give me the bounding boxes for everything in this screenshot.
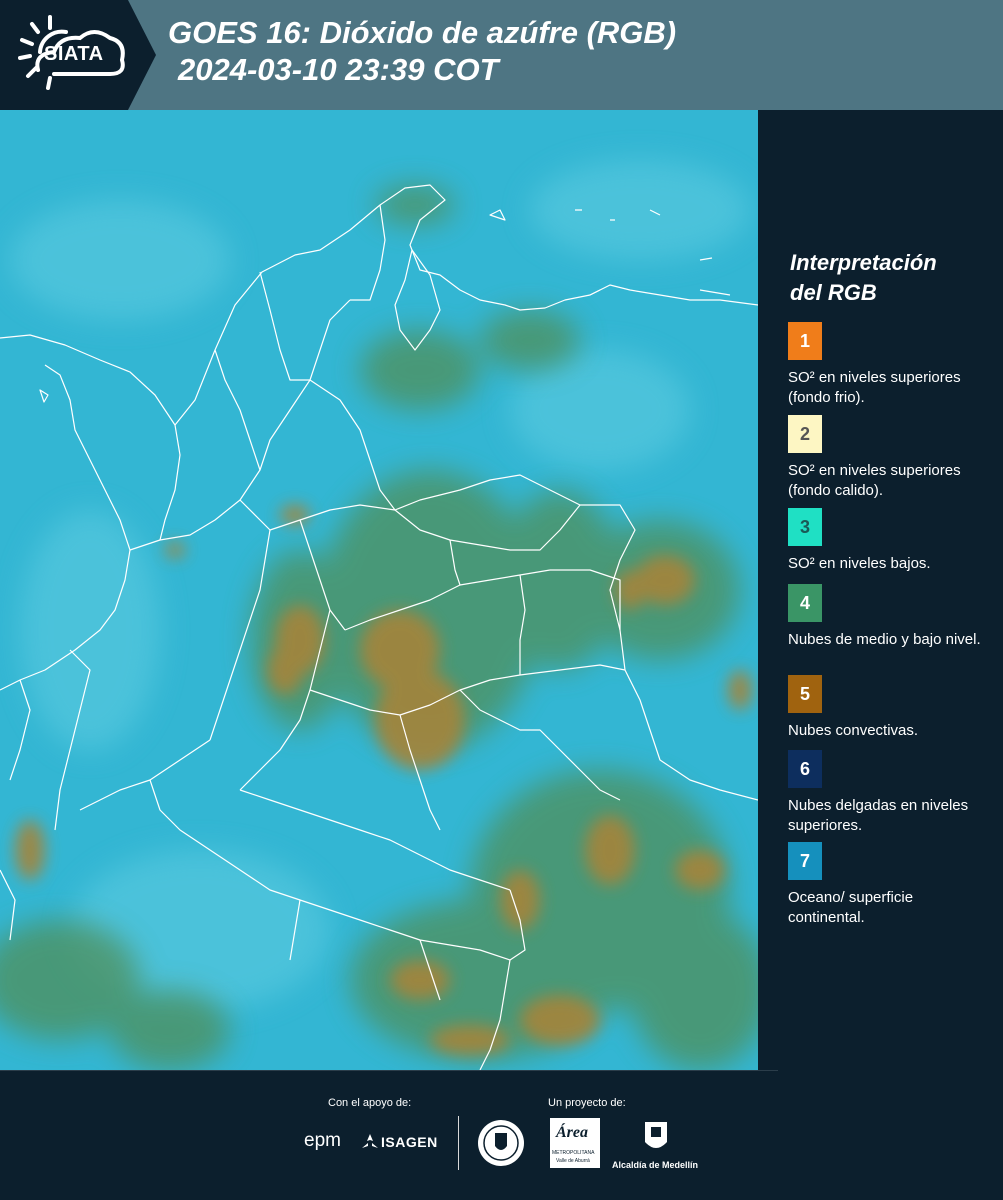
project-label: Un proyecto de: [548, 1097, 626, 1109]
legend-swatch: 1 [788, 322, 822, 360]
legend-label: Nubes convectivas. [788, 722, 919, 739]
legend-item: 5 Nubes convectivas. [788, 675, 993, 741]
legend-item: 3 SO² en niveles bajos. [788, 508, 993, 574]
legend-panel: Interpretación del RGB 1 SO² en niveles … [760, 110, 1003, 1070]
legend-swatch: 3 [788, 508, 822, 546]
legend-label: SO² en niveles superiores (fondo calido)… [788, 462, 961, 499]
footer: Con el apoyo de: Un proyecto de: epm ISA… [0, 1070, 1003, 1200]
area-logo-text: Área [556, 1124, 588, 1141]
area-logo-sub2: Valle de Aburrá [556, 1158, 590, 1164]
title-line-1: GOES 16: Dióxido de azúfre (RGB) [168, 15, 677, 50]
legend-item: 2 SO² en niveles superiores (fondo calid… [788, 415, 993, 501]
satellite-map[interactable] [0, 110, 758, 1070]
legend-label: Nubes de medio y bajo nivel. [788, 631, 981, 648]
legend-swatch: 2 [788, 415, 822, 453]
page-title: GOES 16: Dióxido de azúfre (RGB) 2024-03… [168, 14, 676, 88]
legend-label: Nubes delgadas en niveles superiores. [788, 797, 969, 834]
legend-item: 7 Oceano/ superficie continental. [788, 842, 993, 928]
medellin-seal-icon [478, 1120, 524, 1166]
epm-logo: epm [304, 1130, 341, 1151]
isagen-logo: ISAGEN [381, 1134, 438, 1150]
footer-divider [458, 1116, 459, 1170]
legend-item: 1 SO² en niveles superiores (fondo frio)… [788, 322, 993, 408]
legend-label: Oceano/ superficie continental. [788, 889, 914, 926]
legend-title-line-1: Interpretación [790, 250, 937, 275]
isagen-logo-icon [362, 1134, 378, 1148]
support-label: Con el apoyo de: [328, 1097, 412, 1109]
legend-swatch: 6 [788, 750, 822, 788]
map-canvas [0, 110, 758, 1070]
title-line-2: 2024-03-10 23:39 COT [178, 52, 499, 87]
area-logo-sub1: METROPOLITANA [552, 1150, 595, 1156]
brand-name: SIATA [44, 43, 104, 65]
legend-swatch: 7 [788, 842, 822, 880]
legend-title: Interpretación del RGB [790, 248, 937, 308]
legend-swatch: 5 [788, 675, 822, 713]
legend-swatch: 4 [788, 584, 822, 622]
legend-label: SO² en niveles superiores (fondo frio). [788, 369, 961, 406]
alcaldia-shield-icon [645, 1122, 667, 1148]
legend-item: 6 Nubes delgadas en niveles superiores. [788, 750, 993, 836]
legend-label: SO² en niveles bajos. [788, 555, 931, 572]
header: SIATA GOES 16: Dióxido de azúfre (RGB) 2… [0, 0, 1003, 110]
legend-item: 4 Nubes de medio y bajo nivel. [788, 584, 993, 650]
legend-title-line-2: del RGB [790, 280, 877, 305]
alcaldia-logo-text: Alcaldía de Medellín [612, 1160, 699, 1170]
